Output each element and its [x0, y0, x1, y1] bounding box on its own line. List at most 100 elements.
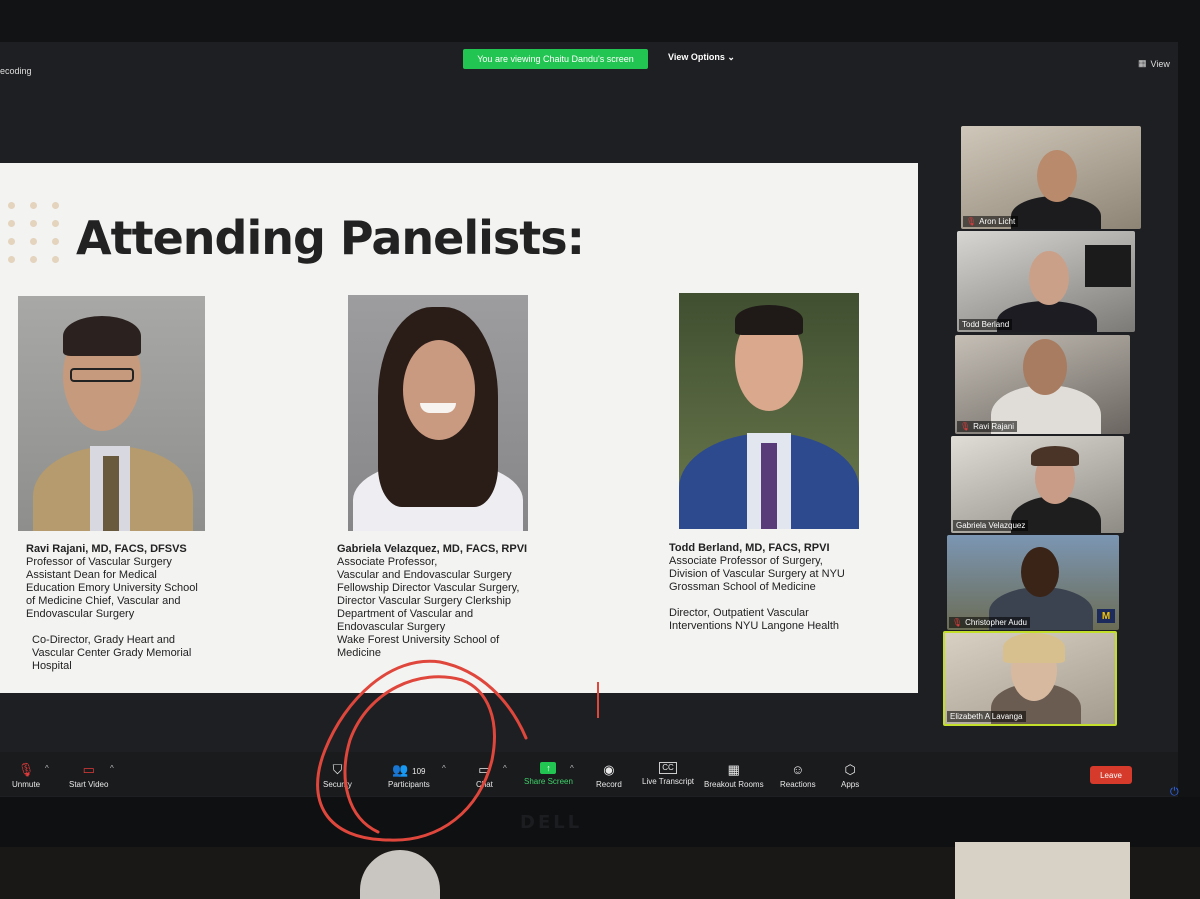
- bio-line: Interventions NYU Langone Health: [669, 620, 839, 632]
- panelist-photo-gabriela: [348, 295, 528, 531]
- mic-muted-icon: 🎙: [960, 422, 971, 431]
- bio-line: Vascular and Endovascular Surgery: [337, 569, 512, 581]
- share-screen-label: Share Screen: [524, 777, 573, 786]
- bio-line: Wake Forest University School of: [337, 634, 500, 646]
- breakout-rooms-icon: ▦: [727, 762, 740, 777]
- bio-line: Medicine: [337, 647, 382, 659]
- record-icon: ◉: [603, 762, 615, 777]
- shared-slide: Attending Panelists: Ravi Rajani, MD, FA…: [0, 163, 918, 693]
- bio-line: Director Vascular Surgery Clerkship: [337, 595, 512, 607]
- video-tile-ravi-rajani[interactable]: 🎙 Ravi Rajani: [955, 335, 1130, 434]
- reactions-button[interactable]: ☺ Reactions: [780, 762, 816, 789]
- share-banner: You are viewing Chaitu Dandu's screen: [463, 49, 648, 69]
- chat-options-caret[interactable]: ^: [503, 764, 507, 773]
- closed-caption-icon: CC: [659, 762, 677, 774]
- view-button[interactable]: ▦ View: [1138, 58, 1170, 69]
- tile-label: 🎙 Christopher Audu: [949, 617, 1030, 628]
- audio-options-caret[interactable]: ^: [45, 764, 49, 773]
- participant-name: Aron Licht: [979, 217, 1016, 226]
- video-tile-gabriela-velazquez[interactable]: Gabriela Velazquez: [951, 436, 1124, 533]
- participant-name: Elizabeth A Lavanga: [950, 712, 1023, 721]
- live-transcript-label: Live Transcript: [642, 777, 695, 786]
- share-options-caret[interactable]: ^: [570, 764, 574, 773]
- share-screen-button[interactable]: ↑ Share Screen: [524, 762, 573, 786]
- panelist-bio-todd: Todd Berland, MD, FACS, RPVI Associate P…: [669, 542, 845, 633]
- michigan-logo: M: [1097, 609, 1115, 623]
- tile-label: Elizabeth A Lavanga: [947, 711, 1026, 722]
- security-label: Security: [323, 780, 352, 789]
- chat-button[interactable]: ▭ Chat: [476, 762, 493, 789]
- video-tile-christopher-audu[interactable]: M 🎙 Christopher Audu: [947, 535, 1119, 630]
- bio-line: Endovascular Surgery: [26, 608, 135, 620]
- bio-line: Endovascular Surgery: [337, 621, 446, 633]
- chat-bubble-icon: ▭: [478, 762, 491, 777]
- dell-logo: DELL: [520, 812, 583, 833]
- video-tile-aron-licht[interactable]: 🎙 Aron Licht: [961, 126, 1141, 229]
- slide-title: Attending Panelists:: [76, 211, 585, 265]
- panelist-name: Todd Berland, MD, FACS, RPVI: [669, 542, 830, 554]
- record-label: Record: [596, 780, 622, 789]
- desk-paper: [955, 842, 1130, 899]
- leave-button[interactable]: Leave: [1090, 766, 1132, 784]
- tile-label: 🎙 Aron Licht: [963, 216, 1019, 227]
- apps-icon: ⬡: [844, 762, 856, 777]
- participant-name: Ravi Rajani: [973, 422, 1015, 431]
- unmute-label: Unmute: [12, 780, 41, 789]
- bio-line: of Medicine Chief, Vascular and: [26, 595, 181, 607]
- shield-icon: ⛉: [332, 762, 343, 777]
- participant-name: Todd Berland: [962, 320, 1010, 329]
- breakout-rooms-label: Breakout Rooms: [704, 780, 764, 789]
- bio-line: Vascular Center Grady Memorial: [32, 647, 192, 659]
- apps-label: Apps: [841, 780, 860, 789]
- bio-line: Fellowship Director Vascular Surgery,: [337, 582, 520, 594]
- bio-line: Division of Vascular Surgery at NYU: [669, 568, 845, 580]
- participants-label: Participants: [388, 780, 430, 789]
- video-off-icon: ▭: [82, 762, 95, 777]
- participants-options-caret[interactable]: ^: [442, 764, 446, 773]
- video-tile-elizabeth-lavanga[interactable]: Elizabeth A Lavanga: [943, 631, 1117, 726]
- mic-muted-icon: 🎙: [966, 217, 977, 226]
- live-transcript-button[interactable]: CC Live Transcript: [642, 762, 694, 786]
- record-button[interactable]: ◉ Record: [596, 762, 622, 789]
- video-tile-todd-berland[interactable]: Todd Berland: [957, 231, 1135, 332]
- reactions-label: Reactions: [780, 780, 816, 789]
- bio-line: Assistant Dean for Medical: [26, 569, 157, 581]
- bio-line: Grossman School of Medicine: [669, 581, 816, 593]
- bio-line: Associate Professor of Surgery,: [669, 555, 823, 567]
- start-video-button[interactable]: ▭ Start Video: [69, 762, 108, 789]
- breakout-rooms-button[interactable]: ▦ Breakout Rooms: [704, 762, 764, 789]
- tile-label: Todd Berland: [959, 319, 1013, 330]
- tile-label: 🎙 Ravi Rajani: [957, 421, 1018, 432]
- participants-icon: 👥 109: [392, 762, 426, 777]
- bio-line: Co-Director, Grady Heart and: [32, 634, 176, 646]
- meeting-toolbar: [0, 752, 1178, 796]
- view-options-button[interactable]: View Options ⌄: [668, 52, 735, 63]
- view-button-label: View: [1150, 58, 1170, 69]
- participants-button[interactable]: 👥 109 Participants: [388, 762, 430, 789]
- decorative-dots: [0, 200, 70, 280]
- panelist-name: Gabriela Velazquez, MD, FACS, RPVI: [337, 543, 528, 555]
- bio-line: Hospital: [32, 660, 72, 672]
- unmute-button[interactable]: 🎙 Unmute: [12, 762, 40, 789]
- bio-line: Director, Outpatient Vascular: [669, 607, 809, 619]
- panelist-bio-ravi: Ravi Rajani, MD, FACS, DFSVS Professor o…: [26, 543, 198, 673]
- start-video-label: Start Video: [69, 780, 109, 789]
- tile-label: Gabriela Velazquez: [953, 520, 1029, 531]
- participant-name: Christopher Audu: [965, 618, 1027, 627]
- apps-button[interactable]: ⬡ Apps: [841, 762, 859, 789]
- monitor-bottom-bezel: [0, 797, 1200, 847]
- chat-label: Chat: [476, 780, 493, 789]
- smiley-icon: ☺: [791, 762, 805, 777]
- power-led-icon: ⏻: [1170, 786, 1179, 798]
- share-screen-icon: ↑: [540, 762, 557, 774]
- security-button[interactable]: ⛉ Security: [323, 762, 352, 789]
- bio-line: Department of Vascular and: [337, 608, 474, 620]
- panelist-photo-todd: [679, 293, 859, 529]
- bio-line: Professor of Vascular Surgery: [26, 556, 172, 568]
- bio-line: Associate Professor,: [337, 556, 438, 568]
- bio-line: Education Emory University School: [26, 582, 198, 594]
- panelist-bio-gabriela: Gabriela Velazquez, MD, FACS, RPVI Assoc…: [337, 543, 527, 660]
- mic-off-icon: 🎙: [17, 762, 35, 777]
- panelist-photo-ravi: [18, 296, 205, 531]
- video-options-caret[interactable]: ^: [110, 764, 114, 773]
